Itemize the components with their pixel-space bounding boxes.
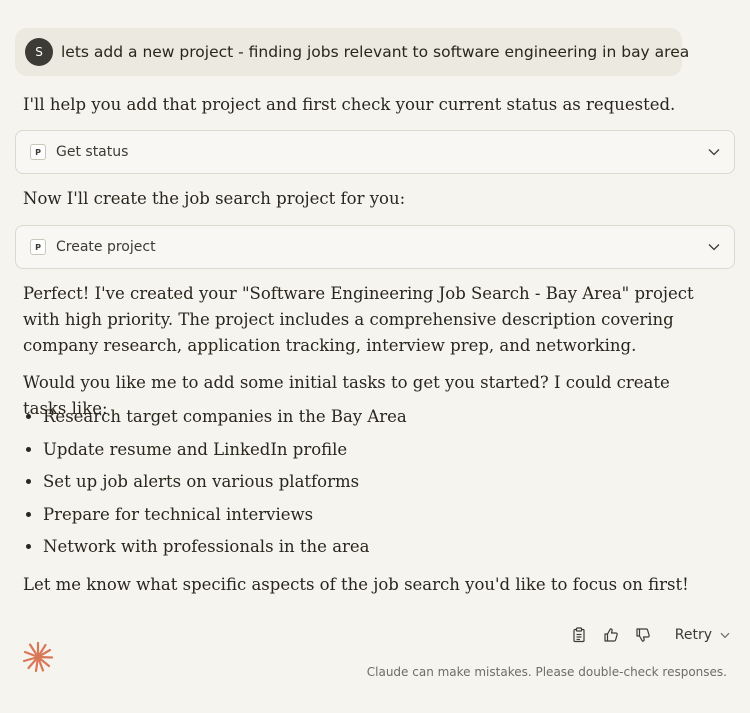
- retry-button[interactable]: Retry: [675, 627, 730, 643]
- task-suggestion-list: Research target companies in the Bay Are…: [23, 405, 703, 568]
- list-item: Research target companies in the Bay Are…: [43, 405, 703, 429]
- clipboard-icon[interactable]: [571, 627, 587, 643]
- tool-call-get-status[interactable]: P Get status: [15, 130, 735, 174]
- disclaimer-text: Claude can make mistakes. Please double-…: [366, 665, 727, 679]
- thumbs-up-icon[interactable]: [603, 627, 619, 643]
- tool-call-label: Create project: [56, 239, 156, 255]
- assistant-summary: Perfect! I've created your "Software Eng…: [23, 284, 694, 355]
- user-avatar[interactable]: S: [25, 38, 53, 66]
- message-actions: Retry: [555, 623, 730, 647]
- list-item: Update resume and LinkedIn profile: [43, 438, 703, 462]
- tool-call-create-project[interactable]: P Create project: [15, 225, 735, 269]
- chevron-down-icon: [720, 632, 730, 639]
- retry-label: Retry: [674, 627, 712, 643]
- user-message-bubble: S lets add a new project - finding jobs …: [15, 28, 689, 76]
- chevron-down-icon[interactable]: [708, 148, 720, 156]
- list-item: Set up job alerts on various platforms: [43, 470, 703, 494]
- tool-badge: P: [30, 239, 46, 255]
- assistant-closing: Let me know what specific aspects of the…: [23, 575, 689, 594]
- assistant-between-text: Now I'll create the job search project f…: [23, 189, 406, 208]
- claude-logo-icon: [22, 641, 54, 673]
- tool-badge: P: [30, 144, 46, 160]
- thumbs-down-icon[interactable]: [635, 627, 651, 643]
- tool-call-label: Get status: [56, 144, 129, 160]
- list-item: Prepare for technical interviews: [43, 503, 703, 527]
- assistant-intro: I'll help you add that project and first…: [23, 95, 676, 114]
- chevron-down-icon[interactable]: [708, 243, 720, 251]
- user-message-text: lets add a new project - finding jobs re…: [61, 43, 690, 61]
- list-item: Network with professionals in the area: [43, 535, 703, 559]
